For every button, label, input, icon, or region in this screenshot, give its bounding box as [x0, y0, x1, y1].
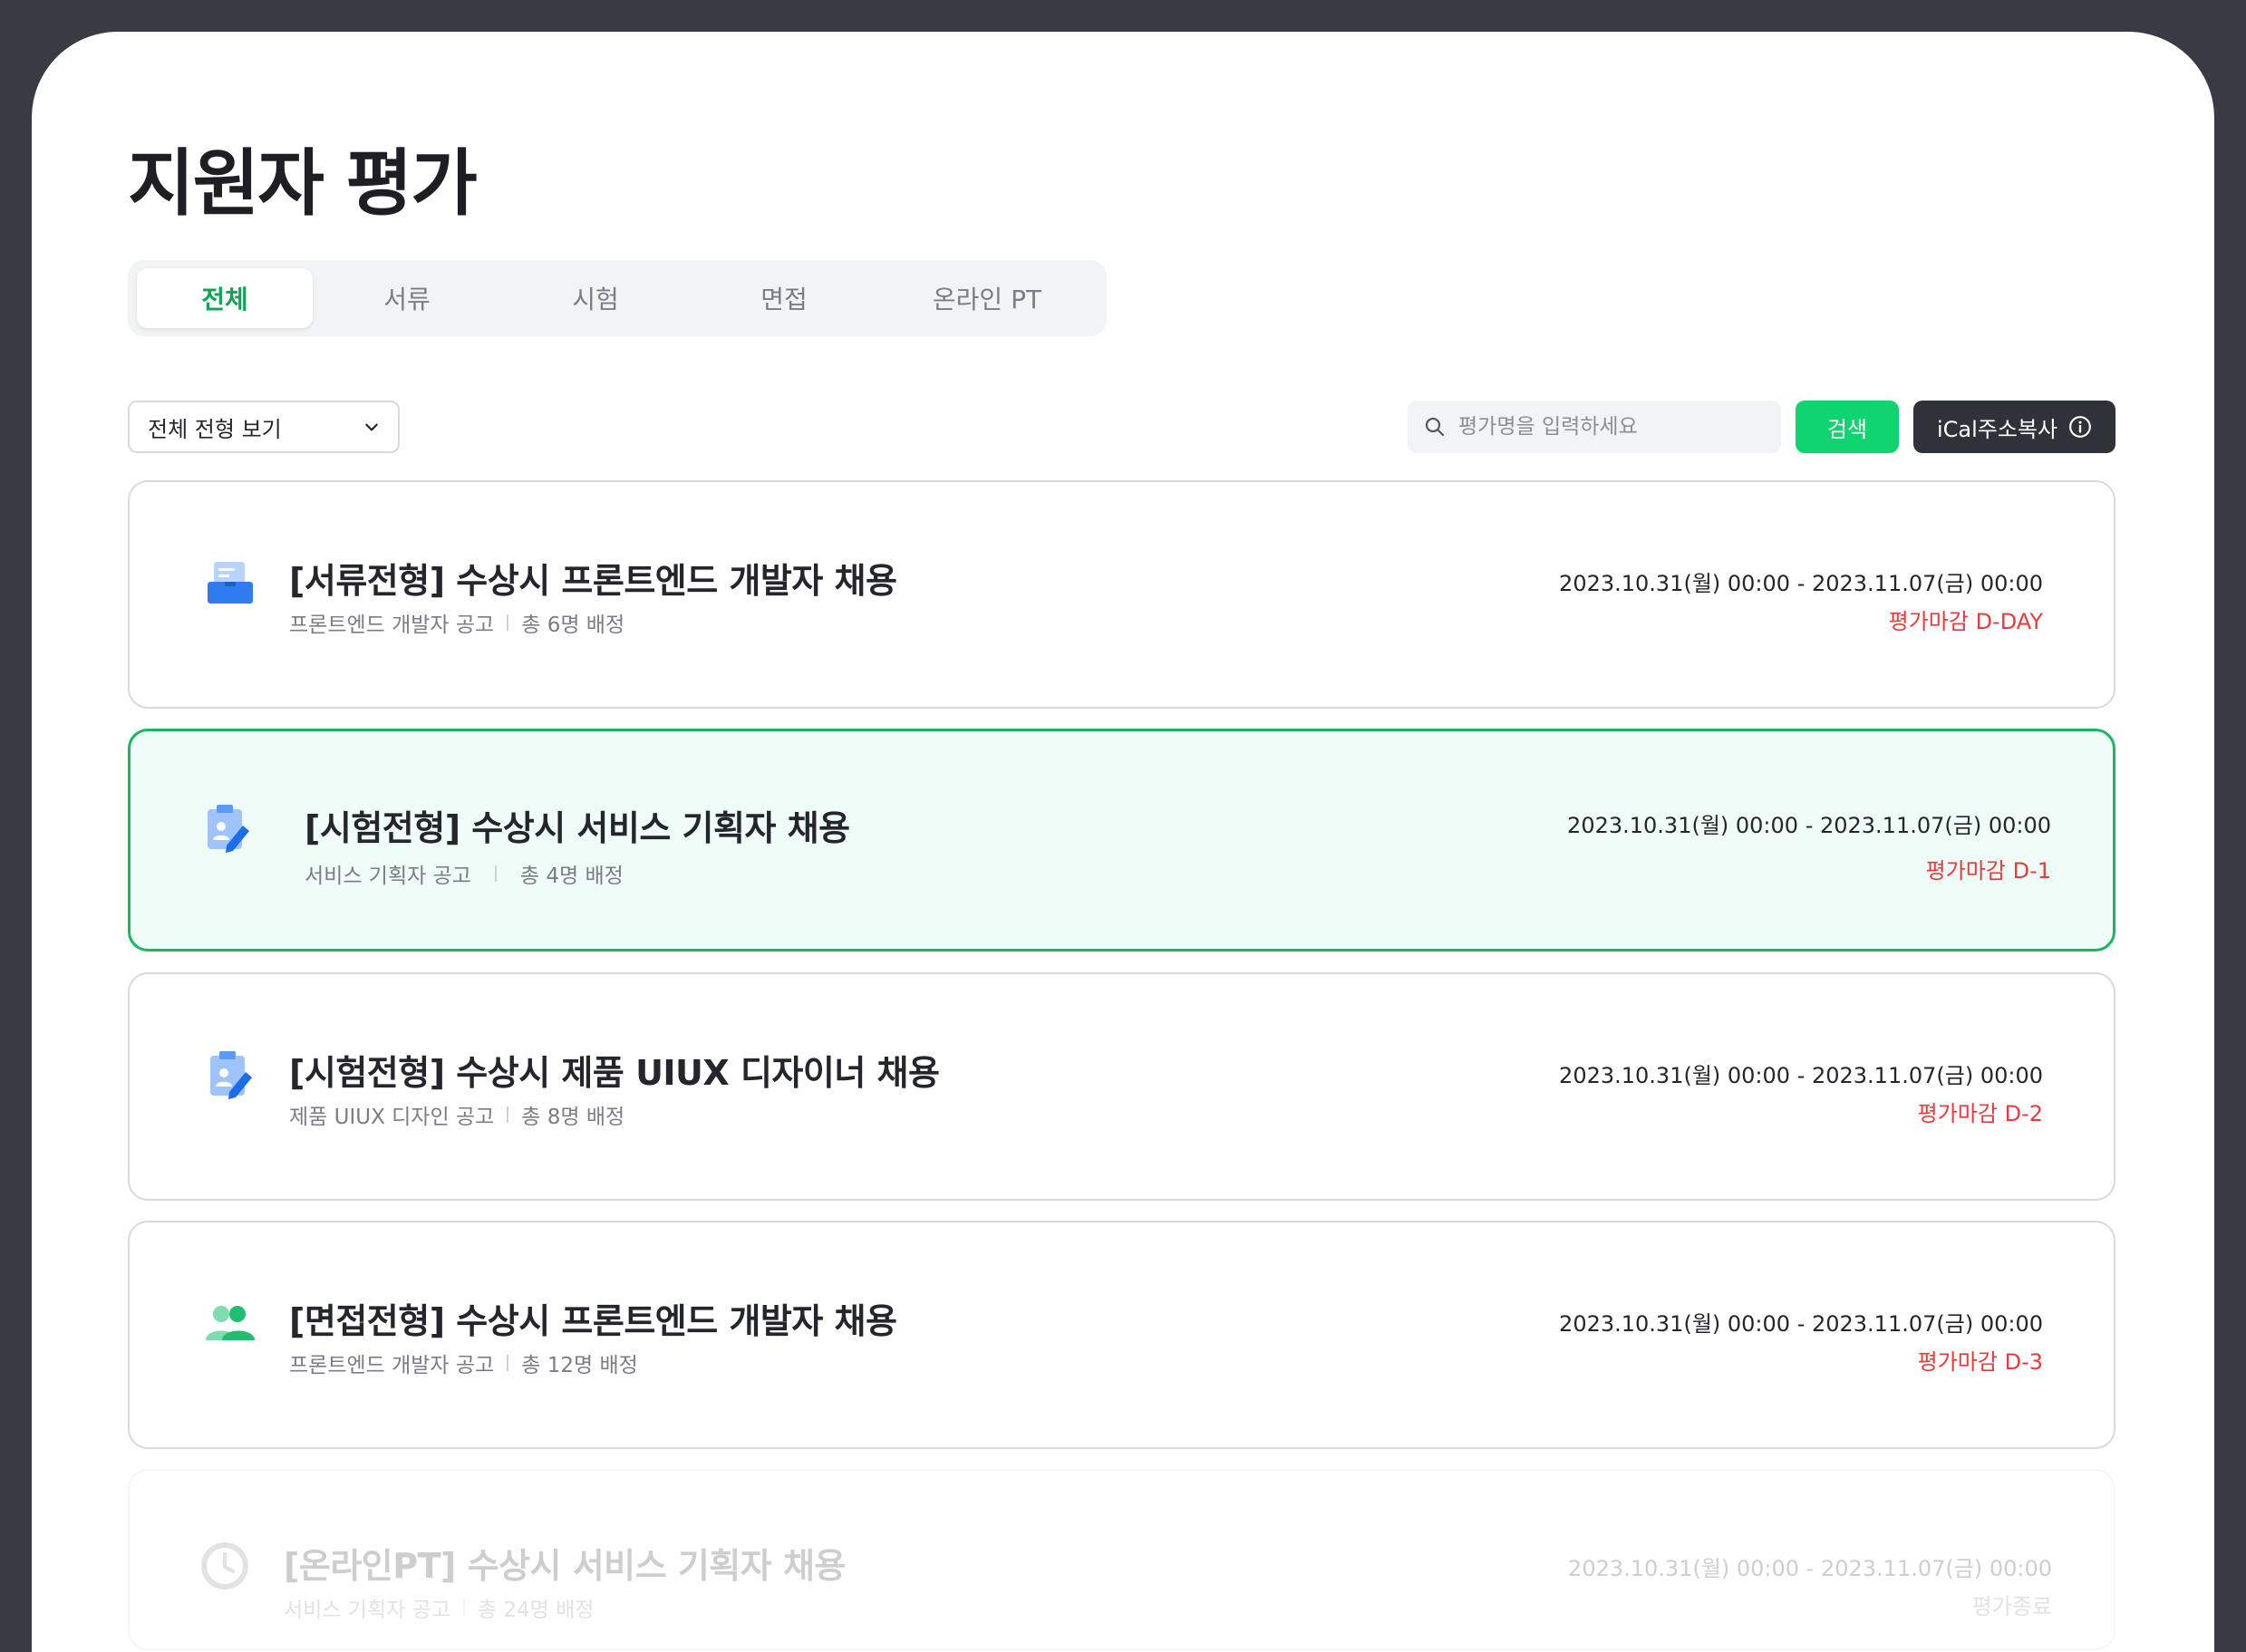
evaluation-meta: 서비스 기획자 공고 총 24명 배정: [284, 1592, 594, 1623]
evaluation-title: [온라인PT] 수상시 서비스 기획자 채용: [284, 1546, 846, 1586]
assigned-count: 총 6명 배정: [521, 613, 625, 637]
evaluation-card[interactable]: [면접전형] 수상시 프론트엔드 개발자 채용 프론트엔드 개발자 공고 총 1…: [128, 1221, 2115, 1449]
evaluation-card[interactable]: [시험전형] 수상시 서비스 기획자 채용 서비스 기획자 공고 총 4명 배정…: [128, 729, 2115, 952]
job-posting-name: 프론트엔드 개발자 공고: [289, 1354, 495, 1377]
clipboard-pencil-icon: [208, 805, 249, 853]
search-button[interactable]: 검색: [1796, 401, 1899, 453]
tab-interview[interactable]: 면접: [690, 268, 878, 328]
evaluation-meta: 제품 UIUX 디자인 공고 총 8명 배정: [289, 1099, 624, 1130]
assigned-count: 총 4명 배정: [519, 865, 624, 888]
search-box: [1408, 401, 1781, 453]
tab-online-pt[interactable]: 온라인 PT: [878, 268, 1096, 328]
evaluation-title: [면접전형] 수상시 프론트엔드 개발자 채용: [289, 1301, 897, 1341]
evaluation-meta: 프론트엔드 개발자 공고 총 6명 배정: [289, 607, 624, 638]
deadline-badge: 평가마감 D-DAY: [1888, 609, 2043, 634]
tab-document[interactable]: 서류: [313, 268, 501, 328]
assigned-count: 총 24명 배정: [477, 1599, 595, 1622]
evaluation-title: [서류전형] 수상시 프론트엔드 개발자 채용: [289, 561, 897, 601]
search-input[interactable]: [1458, 415, 1765, 439]
clipboard-pencil-icon: [210, 1051, 252, 1099]
stage-filter-select[interactable]: 전체 전형 보기: [128, 401, 400, 453]
evaluation-period: 2023.10.31(월) 00:00 - 2023.11.07(금) 00:0…: [1559, 1311, 2043, 1337]
evaluation-meta: 프론트엔드 개발자 공고 총 12명 배정: [289, 1348, 638, 1378]
assigned-count: 총 8명 배정: [521, 1106, 625, 1129]
evaluation-period: 2023.10.31(월) 00:00 - 2023.11.07(금) 00:0…: [1559, 571, 2043, 596]
main-content: 지원자 평가 전체 서류 시험 면접 온라인 PT 전체 전형 보기 평가명을 …: [128, 32, 2115, 1652]
search-icon: [1425, 417, 1445, 437]
meta-divider: [507, 1355, 509, 1371]
job-posting-name: 서비스 기획자 공고: [305, 865, 471, 888]
evaluation-meta: 서비스 기획자 공고 총 4명 배정: [305, 858, 624, 889]
meta-divider: [462, 1599, 465, 1616]
ical-copy-button[interactable]: iCal주소복사: [1913, 401, 2115, 453]
evaluation-title: [시험전형] 수상시 제품 UIUX 디자이너 채용: [289, 1053, 940, 1093]
toolbar: 전체 전형 보기 검색 iCal주소복사: [128, 401, 2115, 453]
page-title: 지원자 평가: [128, 141, 478, 226]
stage-tabs: 전체 서류 시험 면접 온라인 PT: [128, 260, 1107, 336]
info-icon[interactable]: [2068, 415, 2092, 439]
evaluation-title: [시험전형] 수상시 서비스 기획자 채용: [305, 808, 850, 848]
meta-divider: [507, 614, 509, 631]
meta-divider: [494, 865, 497, 882]
tab-all[interactable]: 전체: [137, 268, 313, 328]
people-icon: [206, 1306, 255, 1340]
deadline-badge: 평가마감 D-1: [1925, 858, 2051, 884]
job-posting-name: 제품 UIUX 디자인 공고: [289, 1106, 495, 1129]
ical-copy-label: iCal주소복사: [1936, 416, 2058, 442]
evaluation-card[interactable]: [서류전형] 수상시 프론트엔드 개발자 채용 프론트엔드 개발자 공고 총 6…: [128, 480, 2115, 709]
meta-divider: [507, 1106, 509, 1123]
chevron-down-icon: [365, 423, 378, 431]
document-folder-icon: [208, 562, 253, 604]
evaluation-card[interactable]: [시험전형] 수상시 제품 UIUX 디자이너 채용 제품 UIUX 디자인 공…: [128, 972, 2115, 1201]
assigned-count: 총 12명 배정: [521, 1354, 638, 1377]
evaluation-period: 2023.10.31(월) 00:00 - 2023.11.07(금) 00:0…: [1559, 1063, 2043, 1088]
deadline-badge: 평가마감 D-3: [1917, 1349, 2043, 1375]
status-badge: 평가종료: [1971, 1594, 2052, 1619]
stage-filter-value: 전체 전형 보기: [148, 416, 282, 442]
tab-exam[interactable]: 시험: [501, 268, 690, 328]
evaluation-period: 2023.10.31(월) 00:00 - 2023.11.07(금) 00:0…: [1567, 813, 2051, 838]
evaluation-period: 2023.10.31(월) 00:00 - 2023.11.07(금) 00:0…: [1568, 1556, 2052, 1581]
deadline-badge: 평가마감 D-2: [1917, 1101, 2043, 1126]
clock-icon: [201, 1542, 248, 1589]
job-posting-name: 프론트엔드 개발자 공고: [289, 613, 495, 637]
evaluation-card[interactable]: [온라인PT] 수상시 서비스 기획자 채용 서비스 기획자 공고 총 24명 …: [128, 1469, 2115, 1650]
job-posting-name: 서비스 기획자 공고: [284, 1599, 450, 1622]
app-window: 지원자 평가 전체 서류 시험 면접 온라인 PT 전체 전형 보기 평가명을 …: [32, 32, 2214, 1652]
